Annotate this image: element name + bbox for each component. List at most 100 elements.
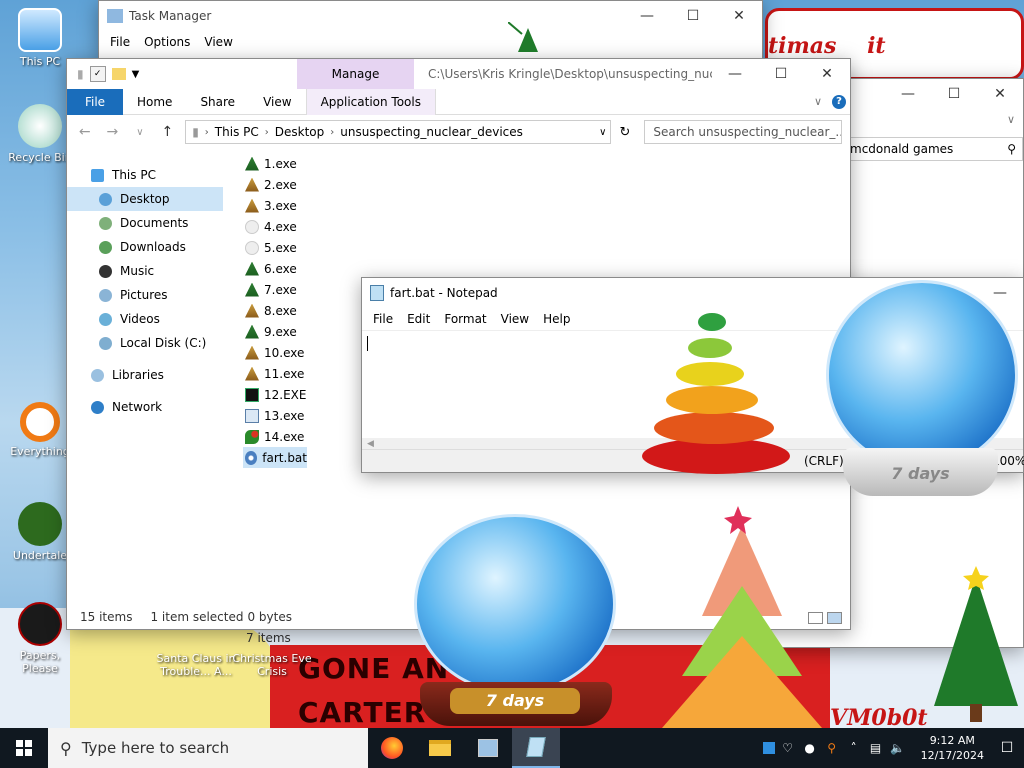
nav-libraries[interactable]: Libraries — [67, 363, 227, 387]
file-item[interactable]: 1.exe — [243, 153, 373, 174]
file-item[interactable]: 8.exe — [243, 300, 373, 321]
address-bar[interactable]: ▮ › This PC › Desktop › unsuspecting_nuc… — [185, 120, 612, 144]
volume-icon[interactable]: 🔈 — [889, 739, 907, 757]
forward-arrow-icon[interactable]: → — [103, 124, 123, 140]
ribbon-expand-icon[interactable]: ∨ — [814, 95, 822, 108]
file-name: fart.bat — [262, 450, 307, 465]
explorer-search-input[interactable]: Search unsuspecting_nuclear_... ⚲ — [644, 120, 843, 144]
menu-view[interactable]: View — [197, 35, 239, 49]
file-item[interactable]: 10.exe — [243, 342, 373, 363]
tray-app-icon[interactable] — [762, 742, 775, 754]
file-item[interactable]: fart.bat — [243, 447, 307, 468]
manage-tab[interactable]: Manage — [297, 59, 414, 89]
christmas-tree-decoration — [934, 566, 1018, 722]
address-dropdown-icon[interactable]: ∨ — [599, 127, 610, 138]
desktop-icon-label: This PC — [19, 55, 61, 68]
file-item[interactable]: 14.exe — [243, 426, 373, 447]
taskbar-notepad[interactable] — [512, 728, 560, 768]
up-arrow-icon[interactable]: ↑ — [158, 124, 178, 140]
minimize-button[interactable]: — — [624, 1, 670, 31]
menu-file[interactable]: File — [103, 35, 137, 49]
taskbar-clock[interactable]: 9:12 AM 12/17/2024 — [911, 733, 994, 763]
explorer2-status-count: 7 items — [246, 631, 291, 645]
menu-edit[interactable]: Edit — [400, 312, 437, 326]
close-button[interactable]: ✕ — [804, 59, 850, 89]
libraries-icon — [91, 368, 104, 382]
taskbar-firefox[interactable] — [368, 728, 416, 768]
file-item[interactable]: 6.exe — [243, 258, 373, 279]
menu-options[interactable]: Options — [137, 35, 197, 49]
tray-chevron-icon[interactable]: ˄ — [845, 739, 863, 757]
tab-application-tools[interactable]: Application Tools — [305, 88, 436, 115]
maximize-button[interactable]: ☐ — [670, 1, 716, 31]
task-manager-window[interactable]: Task Manager — ☐ ✕ File Options View — [98, 0, 763, 60]
nav-local-disk[interactable]: Local Disk (C:) — [67, 331, 227, 355]
taskbar-task-manager[interactable] — [464, 728, 512, 768]
file-item[interactable]: 5.exe — [243, 237, 373, 258]
help-icon[interactable]: ? — [832, 94, 846, 109]
file-item[interactable]: 7.exe — [243, 279, 373, 300]
recent-dropdown-icon[interactable]: ∨ — [130, 127, 150, 138]
breadcrumb-this-pc[interactable]: This PC — [215, 125, 259, 139]
minimize-button[interactable]: — — [712, 59, 758, 89]
menu-help[interactable]: Help — [536, 312, 577, 326]
file-item[interactable]: 13.exe — [243, 405, 373, 426]
qat-dropdown-icon[interactable]: ▼ — [132, 69, 140, 80]
new-folder-icon[interactable] — [111, 68, 126, 80]
file-item[interactable]: 4.exe — [243, 216, 373, 237]
task-manager-titlebar[interactable]: Task Manager — ☐ ✕ — [99, 1, 762, 31]
downloads-icon — [99, 240, 112, 254]
tab-view[interactable]: View — [249, 89, 305, 115]
file-item[interactable]: 3.exe — [243, 195, 373, 216]
desktop-icon-label: Christmas Eve Crisis — [232, 652, 312, 678]
refresh-icon[interactable]: ↻ — [619, 125, 630, 140]
start-button[interactable] — [0, 728, 48, 768]
taskbar-search-input[interactable]: ⚲ Type here to search — [48, 728, 368, 768]
nav-desktop[interactable]: Desktop — [67, 187, 223, 211]
file-item[interactable]: 9.exe — [243, 321, 373, 342]
firefox-icon — [381, 737, 403, 759]
chevron-down-icon[interactable]: ∨ — [1007, 113, 1015, 126]
breadcrumb-desktop[interactable]: Desktop — [275, 125, 325, 139]
notifications-icon[interactable]: ☐ — [998, 739, 1016, 757]
close-button[interactable]: ✕ — [716, 1, 762, 31]
explorer2-search-input[interactable]: mcdonald games ⚲ — [843, 137, 1023, 161]
taskbar-file-explorer[interactable] — [416, 728, 464, 768]
nav-this-pc[interactable]: This PC — [67, 163, 227, 187]
papers-please-icon — [18, 602, 62, 646]
menu-format[interactable]: Format — [437, 312, 493, 326]
spiral-tree-decoration — [642, 313, 790, 474]
nav-network[interactable]: Network — [67, 395, 227, 419]
maximize-button[interactable]: ☐ — [931, 79, 977, 109]
file-item[interactable]: 2.exe — [243, 174, 373, 195]
explorer-titlebar[interactable]: ▮ ✓ ▼ Manage C:\Users\Kris Kringle\Deskt… — [67, 59, 850, 89]
nav-music[interactable]: Music — [67, 259, 227, 283]
minimize-button[interactable]: — — [885, 79, 931, 109]
close-button[interactable]: ✕ — [977, 79, 1023, 109]
tab-home[interactable]: Home — [123, 89, 186, 115]
file-item[interactable]: 11.exe — [243, 363, 373, 384]
maximize-button[interactable]: ☐ — [758, 59, 804, 89]
file-item[interactable]: 12.EXE — [243, 384, 373, 405]
desktop-icon-santa-claus[interactable]: Santa Claus in Trouble... A... — [156, 628, 236, 678]
taskbar-search-placeholder: Type here to search — [81, 739, 230, 757]
snow-globe-base: 7 days — [843, 448, 998, 496]
tray-people-icon[interactable]: ♡ — [779, 739, 797, 757]
tray-drop-icon[interactable]: ● — [801, 739, 819, 757]
tab-share[interactable]: Share — [186, 89, 249, 115]
nav-pictures[interactable]: Pictures — [67, 283, 227, 307]
menu-view[interactable]: View — [494, 312, 536, 326]
properties-icon[interactable]: ✓ — [89, 66, 106, 82]
menu-file[interactable]: File — [366, 312, 400, 326]
nav-label: Local Disk (C:) — [120, 336, 207, 350]
tree-icon — [245, 303, 259, 318]
back-arrow-icon[interactable]: ← — [75, 124, 95, 140]
network-icon[interactable]: ▤ — [867, 739, 885, 757]
nav-documents[interactable]: Documents — [67, 211, 227, 235]
tab-file[interactable]: File — [67, 88, 123, 115]
breadcrumb-folder[interactable]: unsuspecting_nuclear_devices — [340, 125, 523, 139]
nav-label: Downloads — [120, 240, 186, 254]
nav-videos[interactable]: Videos — [67, 307, 227, 331]
nav-downloads[interactable]: Downloads — [67, 235, 227, 259]
everything-tray-icon[interactable]: ⚲ — [823, 739, 841, 757]
